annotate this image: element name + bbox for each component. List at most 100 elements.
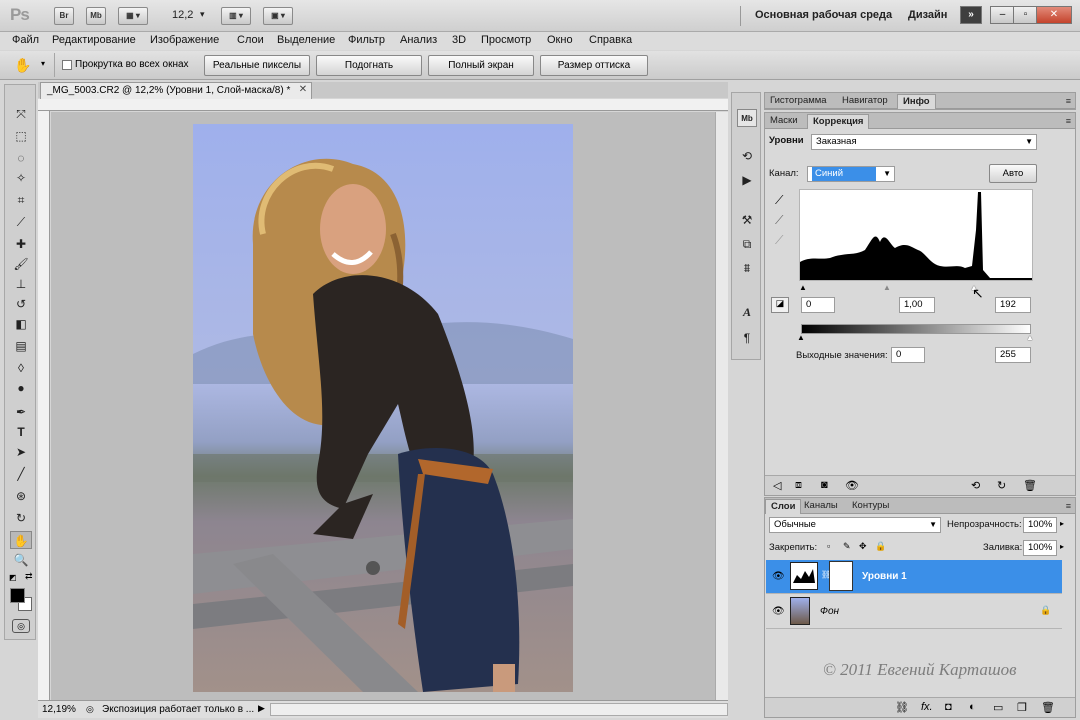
arrange-documents-button[interactable]: ▥ ▾ (221, 7, 251, 25)
tab-adjustments[interactable]: Коррекция (807, 114, 870, 129)
lock-all-icon[interactable]: 🔒 (875, 541, 886, 552)
quick-mask-icon[interactable]: ◎ (12, 619, 30, 633)
quick-select-tool-icon[interactable]: ✧ (10, 169, 32, 187)
input-white-field[interactable]: 192 (995, 297, 1031, 313)
history-brush-tool-icon[interactable]: ↺ (10, 295, 32, 313)
menu-filter[interactable]: Фильтр (348, 34, 385, 46)
foreground-color-swatch[interactable] (10, 588, 25, 603)
gradient-tool-icon[interactable]: ▤ (10, 337, 32, 355)
white-eyedropper-icon[interactable]: ⟋ (775, 233, 783, 248)
marquee-tool-icon[interactable]: ⬚ (10, 127, 32, 145)
eyedropper-tool-icon[interactable]: ⟋ (10, 213, 32, 231)
preset-dropdown-icon[interactable]: ▾ (41, 59, 45, 68)
brush-tool-icon[interactable]: 🖌 (10, 255, 32, 273)
tab-navigator[interactable]: Навигатор (837, 94, 893, 109)
status-info-icon[interactable]: ◎ (86, 704, 94, 715)
opacity-slider-icon[interactable]: ▸ (1060, 519, 1064, 528)
menu-edit[interactable]: Редактирование (52, 34, 136, 46)
link-layers-icon[interactable]: ⛓ (895, 701, 909, 714)
input-black-field[interactable]: 0 (801, 297, 835, 313)
panel-menu-icon[interactable]: ≡ (1066, 116, 1071, 126)
clip-layer-icon[interactable]: ◙ (821, 479, 828, 491)
tab-channels[interactable]: Каналы (799, 499, 843, 514)
close-document-icon[interactable]: ✕ (297, 84, 309, 96)
output-white-slider[interactable]: ▲ (1026, 333, 1034, 342)
path-selection-tool-icon[interactable]: ➤ (10, 443, 32, 461)
blend-mode-dropdown[interactable]: Обычные ▼ (769, 517, 941, 533)
hand-tool-preset-icon[interactable]: ✋ (14, 57, 31, 74)
maximize-button[interactable]: ▫ (1013, 6, 1038, 24)
black-eyedropper-icon[interactable]: ⟋ (775, 193, 783, 208)
type-tool-icon[interactable]: T (10, 423, 32, 441)
zoom-tool-icon[interactable]: 🔍 (10, 551, 32, 569)
3d-orbit-tool-icon[interactable]: ↻ (10, 509, 32, 527)
fill-slider-icon[interactable]: ▸ (1060, 542, 1064, 551)
eraser-tool-icon[interactable]: ◧ (10, 315, 32, 333)
back-icon[interactable]: ◁ (773, 479, 781, 492)
more-workspaces-icon[interactable]: » (960, 6, 982, 24)
status-zoom[interactable]: 12,19% (42, 704, 76, 715)
lock-transparency-icon[interactable]: ▫ (827, 541, 830, 551)
fill-field[interactable]: 100% (1023, 540, 1057, 556)
3d-rotate-tool-icon[interactable]: ⊛ (10, 487, 32, 505)
output-black-slider[interactable]: ▲ (797, 333, 805, 342)
workspace-design[interactable]: Дизайн (908, 9, 947, 21)
menu-file[interactable]: Файл (12, 34, 39, 46)
tab-info[interactable]: Инфо (897, 94, 936, 109)
menu-help[interactable]: Справка (589, 34, 632, 46)
layer-mask-thumbnail[interactable] (829, 561, 853, 591)
output-black-field[interactable]: 0 (891, 347, 925, 363)
gray-eyedropper-icon[interactable]: ⟋ (775, 213, 783, 228)
black-point-slider[interactable]: ▲ (799, 283, 807, 292)
close-window-button[interactable]: ✕ (1036, 6, 1072, 24)
tool-presets-icon[interactable]: ⚒ (737, 211, 757, 229)
tab-masks[interactable]: Маски (765, 114, 803, 129)
pen-tool-icon[interactable]: ✒ (10, 403, 32, 421)
lock-position-icon[interactable]: ✥ (859, 541, 867, 552)
dodge-tool-icon[interactable]: ● (10, 379, 32, 397)
clone-source-icon[interactable]: ⧉ (737, 235, 757, 253)
scroll-all-checkbox[interactable] (62, 60, 72, 70)
expand-view-icon[interactable]: ⧈ (795, 479, 802, 492)
line-tool-icon[interactable]: ╱ (10, 465, 32, 483)
preset-dropdown[interactable]: Заказная ▼ (811, 134, 1037, 150)
output-white-field[interactable]: 255 (995, 347, 1031, 363)
opacity-field[interactable]: 100% (1023, 517, 1057, 533)
minimize-button[interactable]: – (990, 6, 1015, 24)
character-panel-icon[interactable]: A (737, 303, 757, 321)
fit-screen-button[interactable]: Подогнать (316, 55, 422, 76)
menu-layer[interactable]: Слои (237, 34, 264, 46)
layer-row-levels[interactable]: 👁 ⛓ Уровни 1 (766, 560, 1062, 594)
mini-bridge-panel-icon[interactable]: Mb (737, 109, 757, 127)
screen-mode-button[interactable]: ▣ ▾ (263, 7, 293, 25)
bridge-button[interactable]: Br (54, 7, 74, 25)
visibility-eye-icon[interactable]: 👁 (845, 479, 859, 492)
add-mask-icon[interactable]: ◘ (945, 701, 952, 713)
trash-icon[interactable]: 🗑 (1023, 479, 1037, 492)
tab-paths[interactable]: Контуры (847, 499, 894, 514)
new-group-icon[interactable]: ▭ (993, 701, 1003, 714)
actions-panel-icon[interactable]: ▶ (737, 171, 757, 189)
layer-style-icon[interactable]: fx. (921, 701, 933, 713)
actual-pixels-button[interactable]: Реальные пикселы (204, 55, 310, 76)
auto-button[interactable]: Авто (989, 164, 1037, 183)
workspace-essentials[interactable]: Основная рабочая среда (755, 9, 892, 21)
swap-colors-icon[interactable]: ⇄ (25, 571, 33, 582)
previous-state-icon[interactable]: ⟲ (971, 479, 980, 492)
channel-dropdown[interactable]: Синий ▼ (807, 166, 895, 182)
document-tab[interactable]: _MG_5003.CR2 @ 12,2% (Уровни 1, Слой-мас… (40, 82, 312, 99)
vertical-scrollbar[interactable] (715, 112, 728, 700)
hand-tool-icon[interactable]: ✋ (10, 531, 32, 549)
lock-pixels-icon[interactable]: ✎ (843, 541, 851, 552)
tab-layers[interactable]: Слои (765, 499, 802, 514)
crop-tool-icon[interactable]: ⌗ (10, 191, 32, 209)
view-extras-button[interactable]: ▦ ▾ (118, 7, 148, 25)
menu-view[interactable]: Просмотр (481, 34, 531, 46)
default-colors-icon[interactable]: ◩ (9, 573, 17, 582)
fill-screen-button[interactable]: Полный экран (428, 55, 534, 76)
layer-visibility-icon[interactable]: 👁 (772, 571, 785, 582)
layer-name[interactable]: Уровни 1 (862, 571, 907, 582)
layer-name[interactable]: Фон (820, 606, 839, 617)
new-adjustment-icon[interactable]: ◐ (969, 701, 976, 713)
document-photo[interactable] (193, 124, 573, 692)
